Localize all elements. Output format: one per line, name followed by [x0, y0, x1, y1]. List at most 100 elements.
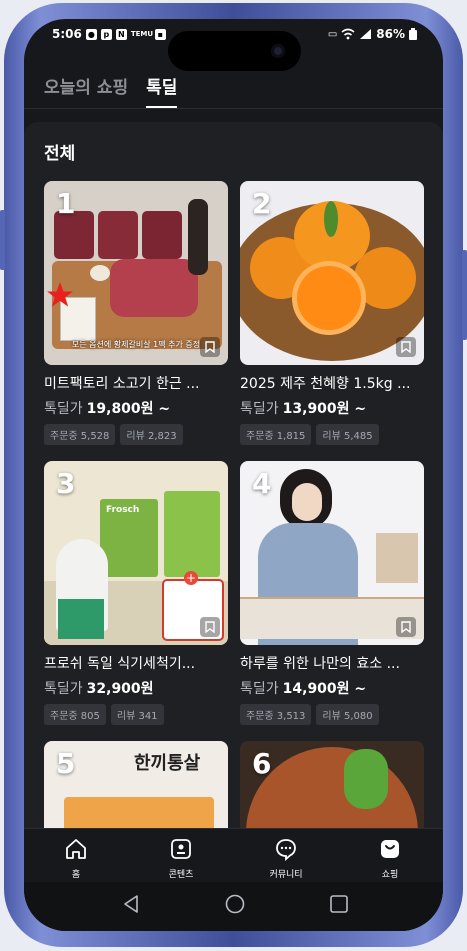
- price-value: 13,900원 ~: [282, 401, 367, 417]
- nav-shopping-label: 쇼핑: [381, 870, 399, 880]
- rank-number: 2: [252, 187, 272, 220]
- home-icon: [66, 839, 86, 859]
- beef-pack-3: [142, 211, 182, 259]
- pepper-grinder: [188, 199, 208, 275]
- product-image-2[interactable]: 2: [240, 181, 424, 365]
- signal-icon: [360, 29, 372, 39]
- orders-chip: 주문중 3,513: [240, 704, 312, 725]
- nav-contents[interactable]: 콘텐츠: [151, 837, 211, 880]
- battery-icon: [409, 28, 417, 40]
- product-card-6[interactable]: 6: [240, 741, 424, 828]
- product-price-row: 톡딜가 19,800원 ~: [44, 398, 228, 418]
- clock: 5:06: [52, 27, 82, 41]
- product-card-2[interactable]: 2 2025 제주 천혜향 1.5kg ... 톡딜가 13,900원 ~ 주문중…: [240, 181, 424, 445]
- beef-pack-2: [98, 211, 138, 259]
- nav-shopping[interactable]: 쇼핑: [360, 837, 420, 880]
- product-title[interactable]: 미트팩토리 소고기 한근 ...: [44, 373, 228, 393]
- nav-home[interactable]: 홈: [46, 837, 106, 880]
- product-card-5[interactable]: 한끼통살 5: [44, 741, 228, 828]
- section-title: 전체: [44, 144, 76, 164]
- orange-leaf: [324, 201, 338, 237]
- wifi-icon: [341, 28, 355, 40]
- product-title[interactable]: 하루를 위한 나만의 효소 ...: [240, 653, 424, 673]
- contents-icon: [171, 839, 191, 859]
- stat-chips: 주문중 805 리뷰 341: [44, 704, 228, 725]
- price-value: 14,900원 ~: [282, 681, 367, 697]
- talkdeal-panel: 전체 모든 옵션에 황제갈비살 1팩 추가 증정 1 미트팩토리 소고기 한근 …: [24, 122, 443, 828]
- battery-level: 86%: [376, 27, 405, 41]
- product-image-4[interactable]: 4: [240, 461, 424, 645]
- product-title[interactable]: 2025 제주 천혜향 1.5kg ...: [240, 373, 424, 393]
- rank-number: 6: [252, 747, 272, 780]
- frosch-box-2: [164, 491, 220, 577]
- rank-number: 3: [56, 467, 76, 500]
- front-camera: [271, 44, 285, 58]
- reviews-chip: 리뷰 5,485: [316, 424, 379, 445]
- product-image-3[interactable]: Frosch + 3: [44, 461, 228, 645]
- model-face: [292, 483, 322, 521]
- shopping-bag-icon: [381, 840, 399, 858]
- top-tabs: 오늘의 쇼핑 톡딜: [44, 73, 178, 108]
- product-image-6[interactable]: 6: [240, 741, 424, 828]
- bookmark-icon[interactable]: [396, 337, 416, 357]
- chat-bubble-icon: [276, 839, 296, 861]
- price-label: 톡딜가: [240, 681, 279, 697]
- rank-number: 5: [56, 747, 76, 780]
- reviews-chip: 리뷰 5,080: [316, 704, 379, 725]
- tab-talkdeal[interactable]: 톡딜: [146, 73, 178, 108]
- bookmark-icon[interactable]: [200, 337, 220, 357]
- back-icon[interactable]: [122, 894, 140, 914]
- recents-icon[interactable]: [329, 894, 349, 914]
- product-title[interactable]: 프로쉬 독일 식기세척기...: [44, 653, 228, 673]
- nfc-icon: ▭: [327, 28, 338, 40]
- product-image-5[interactable]: 한끼통살 5: [44, 741, 228, 828]
- status-right: ▭ 86%: [328, 27, 417, 41]
- product-price-row: 톡딜가 13,900원 ~: [240, 398, 424, 418]
- product-image-1[interactable]: 모든 옵션에 황제갈비살 1팩 추가 증정 1: [44, 181, 228, 365]
- nav-home-label: 홈: [71, 870, 81, 880]
- system-nav-bar: [24, 882, 443, 931]
- status-bar: 5:06 ● p N TEMU ▪ ▭ 86%: [24, 19, 443, 71]
- chat-notification-icon: ●: [85, 28, 97, 40]
- price-value: 32,900원: [86, 681, 154, 697]
- frosch-logo-label: Frosch: [106, 505, 140, 515]
- screen: 5:06 ● p N TEMU ▪ ▭ 86% 오늘의 쇼핑 톡딜 전체 모든 …: [24, 19, 443, 931]
- bookmark-icon[interactable]: [200, 617, 220, 637]
- stew-pot: [246, 747, 418, 828]
- bookmark-icon[interactable]: [396, 617, 416, 637]
- rank-number: 1: [56, 187, 76, 220]
- star-badge-icon: [47, 282, 73, 307]
- orders-chip: 주문중 5,528: [44, 424, 116, 445]
- status-left: 5:06 ● p N TEMU ▪: [52, 27, 166, 41]
- camera-cutout: [168, 31, 301, 71]
- product-card-1[interactable]: 모든 옵션에 황제갈비살 1팩 추가 증정 1 미트팩토리 소고기 한근 ...…: [44, 181, 228, 445]
- price-label: 톡딜가: [44, 401, 83, 417]
- phone-side-button-right: [462, 250, 467, 340]
- bottom-nav: 홈 콘텐츠 커뮤니티 쇼핑: [24, 828, 443, 883]
- sliced-beef: [110, 259, 198, 317]
- home-button-icon[interactable]: [225, 894, 245, 914]
- brand-title: 한끼통살: [134, 753, 201, 774]
- product-card-3[interactable]: Frosch + 3 프로쉬 독일 식기세척기... 톡딜가 32,900원 주문…: [44, 461, 228, 725]
- price-value: 19,800원 ~: [86, 401, 171, 417]
- orders-chip: 주문중 1,815: [240, 424, 312, 445]
- gift-box: [58, 599, 104, 639]
- orange-half: [292, 261, 366, 335]
- stat-chips: 주문중 5,528 리뷰 2,823: [44, 424, 228, 445]
- packages: [64, 797, 214, 828]
- product-card-4[interactable]: 4 하루를 위한 나만의 효소 ... 톡딜가 14,900원 ~ 주문중 3,5…: [240, 461, 424, 725]
- green-onions: [344, 749, 388, 809]
- product-box: [376, 533, 418, 583]
- tab-today-shopping[interactable]: 오늘의 쇼핑: [44, 73, 128, 108]
- product-price-row: 톡딜가 14,900원 ~: [240, 678, 424, 698]
- nav-contents-label: 콘텐츠: [168, 870, 194, 880]
- tabs-divider: [24, 108, 443, 109]
- phone-side-button-left: [0, 210, 5, 270]
- nav-community-label: 커뮤니티: [269, 870, 303, 880]
- nav-community[interactable]: 커뮤니티: [256, 837, 316, 880]
- news-notification-icon: N: [115, 28, 127, 40]
- app-notification-icon: p: [100, 28, 112, 40]
- product-price-row: 톡딜가 32,900원: [44, 678, 228, 698]
- plus-badge-icon: +: [184, 571, 198, 585]
- stat-chips: 주문중 1,815 리뷰 5,485: [240, 424, 424, 445]
